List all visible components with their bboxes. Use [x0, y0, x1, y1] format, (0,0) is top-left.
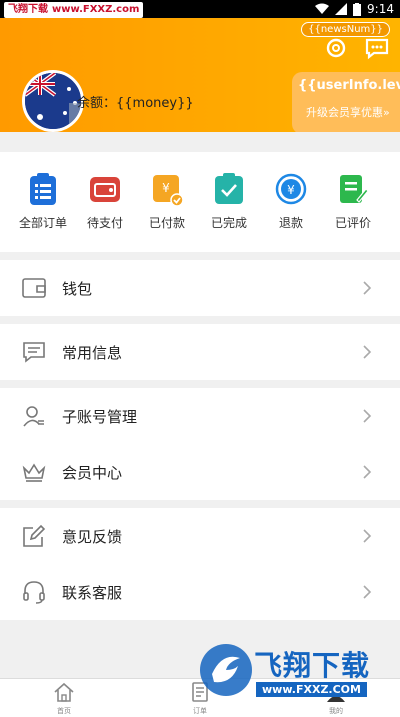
- order-paid-label: 已付款: [148, 216, 185, 230]
- menu-item-sub-account[interactable]: 子账号管理: [0, 388, 400, 444]
- upgrade-member-link[interactable]: 升级会员享优惠»: [306, 104, 390, 120]
- menu-item-wallet[interactable]: 钱包: [0, 260, 400, 316]
- order-all[interactable]: 全部订单: [10, 172, 76, 231]
- watermark-logo: 飞翔下载 www.FXXZ.com: [4, 2, 144, 18]
- tab-home[interactable]: 首页: [24, 681, 104, 716]
- order-pending-payment[interactable]: 待支付: [72, 172, 138, 231]
- order-list-icon: [192, 682, 208, 702]
- wifi-icon: [315, 3, 330, 14]
- chevron-right-icon: [363, 465, 372, 479]
- chevron-right-icon: [363, 529, 372, 543]
- order-paid[interactable]: ¥ 已付款: [134, 172, 200, 231]
- svg-text:¥: ¥: [162, 181, 170, 195]
- order-pending-payment-label: 待支付: [86, 216, 123, 230]
- order-reviewed-label: 已评价: [334, 216, 371, 230]
- tab-orders-label: 订单: [193, 707, 207, 715]
- order-refund-label: 退款: [278, 216, 303, 230]
- menu-item-customer-service[interactable]: 联系客服: [0, 564, 400, 620]
- profile-header: {{newsNum}} 余额：{{money}} {{userInfo.leve…: [0, 18, 400, 132]
- order-completed[interactable]: 已完成: [196, 172, 262, 231]
- chevron-right-icon: [363, 585, 372, 599]
- system-icons: 9:14: [315, 2, 394, 16]
- chevron-right-icon: [363, 409, 372, 423]
- status-bar: 飞翔下载 www.FXXZ.com 9:14: [0, 0, 400, 18]
- refund-icon: ¥: [275, 173, 307, 205]
- balance-text: 余额：{{money}}: [77, 96, 194, 111]
- menu-item-feedback-label: 意见反馈: [62, 528, 123, 546]
- svg-text:¥: ¥: [287, 183, 295, 197]
- tab-mine[interactable]: 我的: [296, 681, 376, 716]
- order-completed-label: 已完成: [210, 216, 247, 230]
- clipboard-list-icon: [30, 173, 56, 205]
- order-all-label: 全部订单: [18, 216, 67, 230]
- message-list-icon: [23, 342, 45, 363]
- home-icon: [54, 682, 74, 702]
- edit-pencil-icon: [23, 524, 46, 547]
- sub-account-user-icon: [23, 406, 44, 427]
- yen-check-icon: ¥: [153, 175, 183, 206]
- menu-item-member-center[interactable]: 会员中心: [0, 444, 400, 500]
- settings-icon[interactable]: [324, 36, 348, 60]
- avatar[interactable]: [22, 70, 84, 132]
- headset-icon: [23, 581, 45, 604]
- menu-item-sub-account-label: 子账号管理: [62, 408, 138, 426]
- menu-item-common-info-label: 常用信息: [62, 344, 123, 362]
- menu-item-member-center-label: 会员中心: [62, 464, 123, 482]
- order-refund[interactable]: ¥ 退款: [258, 172, 324, 231]
- signal-icon: [335, 3, 348, 15]
- wallet-icon: [90, 177, 120, 202]
- flag-avatar-image: [25, 73, 81, 129]
- chevron-right-icon: [363, 281, 372, 295]
- menu-item-wallet-label: 钱包: [62, 280, 93, 298]
- watermark-site-text: 飞翔下载: [8, 4, 48, 15]
- header-actions: [324, 36, 390, 60]
- chevron-right-icon: [363, 345, 372, 359]
- user-icon: [327, 683, 345, 702]
- menu-item-customer-service-label: 联系客服: [62, 584, 123, 602]
- bottom-tab-bar: 首页 订单 我的: [0, 678, 400, 717]
- clock-time: 9:14: [367, 2, 394, 16]
- battery-icon: [353, 2, 362, 16]
- news-count-badge: {{newsNum}}: [301, 22, 390, 37]
- member-level-text: {{userInfo.level}}: [298, 78, 400, 93]
- wallet-outline-icon: [22, 278, 46, 298]
- tab-home-label: 首页: [57, 707, 71, 715]
- order-reviewed[interactable]: 已评价: [320, 172, 386, 231]
- menu-item-feedback[interactable]: 意见反馈: [0, 508, 400, 564]
- edit-doc-icon: [340, 175, 369, 203]
- crown-icon: [22, 463, 46, 482]
- message-icon[interactable]: [364, 36, 390, 60]
- order-status-section: 全部订单 待支付 ¥ 已付款 已完成 ¥ 退款 已评价: [0, 152, 400, 252]
- check-box-icon: [215, 173, 243, 204]
- watermark-domain-text: www.FXXZ.com: [52, 4, 140, 15]
- tab-mine-label: 我的: [329, 707, 343, 715]
- tab-orders[interactable]: 订单: [160, 681, 240, 716]
- menu-item-common-info[interactable]: 常用信息: [0, 324, 400, 380]
- member-level-card[interactable]: {{userInfo.level}} 升级会员享优惠»: [292, 72, 400, 132]
